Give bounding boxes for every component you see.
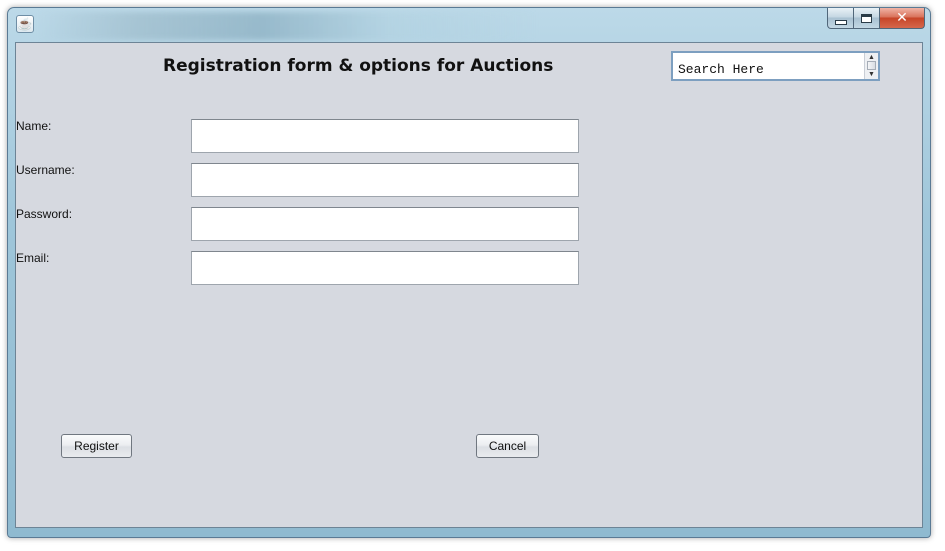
maximize-icon (861, 13, 872, 23)
cancel-button[interactable]: Cancel (476, 434, 539, 458)
scroll-up-arrow-icon[interactable]: ▲ (868, 54, 875, 61)
email-label: Email: (16, 251, 50, 265)
register-button[interactable]: Register (61, 434, 132, 458)
username-label: Username: (16, 163, 75, 177)
username-field[interactable] (191, 163, 579, 197)
email-field[interactable] (191, 251, 579, 285)
maximize-button[interactable] (854, 8, 880, 29)
name-field[interactable] (191, 119, 579, 153)
password-field[interactable] (191, 207, 579, 241)
form-title: Registration form & options for Auctions (163, 56, 554, 76)
scroll-down-arrow-icon[interactable]: ▼ (868, 71, 875, 78)
minimize-button[interactable] (827, 8, 854, 29)
title-bar-glass (38, 12, 538, 40)
scroll-thumb[interactable] (867, 61, 876, 70)
search-input[interactable] (673, 53, 863, 79)
close-icon: ✕ (896, 10, 908, 26)
window-bottom-frame (8, 527, 930, 537)
registration-panel: Registration form & options for Auctions… (15, 42, 923, 528)
caption-buttons: ✕ (827, 8, 925, 30)
search-box[interactable]: ▲ ▼ (671, 51, 880, 81)
close-button[interactable]: ✕ (880, 8, 925, 29)
search-scroll-spinner[interactable]: ▲ ▼ (864, 53, 878, 79)
java-cup-icon[interactable]: ☕ (16, 15, 34, 33)
name-label: Name: (16, 119, 52, 133)
app-window: ☕ ✕ Registration form & options for Auct… (7, 7, 931, 538)
minimize-icon (834, 19, 847, 25)
title-bar[interactable]: ☕ ✕ (8, 8, 930, 42)
password-label: Password: (16, 207, 73, 221)
